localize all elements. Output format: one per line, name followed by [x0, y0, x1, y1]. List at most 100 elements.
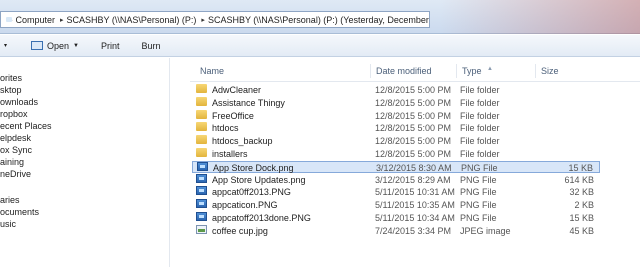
file-date-modified: 5/11/2015 10:35 AM	[375, 200, 455, 211]
file-date-modified: 3/12/2015 8:30 AM	[376, 162, 452, 173]
file-size: 614 KB	[564, 174, 594, 185]
folder-icon	[196, 84, 207, 93]
png-file-icon	[196, 212, 207, 221]
column-divider[interactable]	[456, 64, 457, 78]
chevron-down-icon: ▾	[4, 43, 8, 49]
file-row[interactable]: htdocs_backup 12/8/2015 5:00 PM File folde…	[192, 135, 600, 147]
column-divider[interactable]	[370, 64, 371, 78]
file-name: htdocs	[212, 123, 239, 134]
file-name: AdwCleaner	[212, 85, 262, 95]
file-size: 2 KB	[574, 200, 594, 211]
file-date-modified: 12/8/2015 5:00 PM	[375, 97, 452, 108]
file-row[interactable]: FreeOffice 12/8/2015 5:00 PM File folder	[192, 109, 600, 122]
burn-button[interactable]: Burn	[142, 41, 161, 51]
folder-icon	[196, 109, 207, 119]
print-label: Print	[101, 40, 120, 51]
file-name: FreeOffice	[212, 110, 254, 121]
nav-item-music[interactable]: usic	[0, 218, 16, 230]
file-type: PNG File	[460, 200, 497, 211]
file-row[interactable]: App Store Updates.png 3/12/2015 8:29 AM PN…	[192, 173, 600, 186]
png-file-icon	[197, 161, 208, 171]
file-row[interactable]: coffee cup.jpg 7/24/2015 3:34 PM JPEG imag…	[192, 224, 600, 237]
file-date-modified: 12/8/2015 5:00 PM	[375, 123, 452, 134]
column-header-name[interactable]: Name	[200, 66, 224, 76]
folder-icon	[196, 122, 207, 132]
chevron-right-icon[interactable]: ▸	[60, 16, 64, 24]
folder-icon	[196, 148, 207, 157]
open-label: Open	[47, 40, 70, 51]
file-date-modified: 5/11/2015 10:34 AM	[375, 213, 455, 223]
open-icon	[31, 41, 44, 50]
file-name: coffee cup.jpg	[212, 225, 268, 236]
column-header-size[interactable]: Size	[541, 66, 559, 76]
file-row[interactable]: App Store Dock.png 3/12/2015 8:30 AM PNG F…	[192, 160, 600, 173]
nav-item-downloads[interactable]: ownloads	[0, 96, 38, 108]
burn-label: Burn	[141, 40, 161, 51]
chevron-right-icon[interactable]: ▸	[201, 16, 205, 24]
column-divider[interactable]	[535, 64, 536, 78]
file-date-modified: 12/8/2015 5:00 PM	[375, 136, 452, 147]
breadcrumb-snapshot[interactable]: SCASHBY (\\NAS\Personal) (P:) (Yesterday…	[208, 15, 429, 25]
nav-item-training[interactable]: aining	[0, 156, 24, 168]
file-row[interactable]: htdocs 12/8/2015 5:00 PM File folder	[192, 122, 600, 134]
nav-item-dropbox[interactable]: ropbox	[0, 108, 28, 120]
window-decoration	[440, 0, 640, 34]
nav-item-onedrive[interactable]: neDrive	[0, 168, 31, 180]
nav-item-favorites[interactable]: orites	[0, 72, 22, 84]
file-name: htdocs_backup	[212, 136, 273, 147]
file-name: appcat0ff2013.PNG	[212, 187, 291, 198]
chevron-down-icon: ▼	[73, 42, 79, 49]
png-file-icon	[196, 199, 207, 209]
nav-item-libraries[interactable]: aries	[0, 194, 20, 206]
file-row[interactable]: Assistance Thingy 12/8/2015 5:00 PM File f…	[192, 96, 600, 109]
nav-item-desktop[interactable]: sktop	[0, 84, 22, 96]
file-name: appcaticon.PNG	[212, 200, 278, 211]
column-header-date[interactable]: Date modified	[376, 66, 432, 76]
breadcrumb-computer[interactable]: Computer	[16, 15, 56, 25]
file-row[interactable]: installers 12/8/2015 5:00 PM File folder	[192, 148, 600, 160]
file-type: File folder	[460, 97, 500, 108]
file-date-modified: 3/12/2015 8:29 AM	[375, 174, 451, 185]
address-area: ▸ Computer ▸ SCASHBY (\\NAS\Personal) (P…	[0, 0, 640, 34]
open-button[interactable]: Open ▼	[31, 41, 79, 51]
column-header-row: ▲ Name Date modified Type Size	[190, 58, 640, 82]
file-type: File folder	[460, 136, 500, 147]
address-bar[interactable]: ▸ Computer ▸ SCASHBY (\\NAS\Personal) (P…	[0, 11, 430, 28]
organize-button[interactable]: ▾	[0, 42, 7, 49]
file-type: PNG File	[460, 187, 497, 198]
file-size: 45 KB	[569, 225, 594, 236]
file-size: 15 KB	[568, 162, 593, 173]
file-type: PNG File	[460, 213, 497, 223]
png-file-icon	[196, 186, 207, 196]
nav-item-box-sync[interactable]: ox Sync	[0, 144, 32, 156]
file-type: File folder	[460, 123, 500, 134]
file-name: installers	[212, 149, 248, 159]
column-header-type[interactable]: Type	[462, 66, 482, 76]
file-date-modified: 7/24/2015 3:34 PM	[375, 225, 452, 236]
folder-icon	[196, 96, 207, 106]
file-type: File folder	[460, 149, 500, 159]
file-type: File folder	[460, 110, 500, 121]
nav-item-documents[interactable]: ocuments	[0, 206, 39, 218]
file-size: 15 KB	[569, 213, 594, 223]
file-row[interactable]: AdwCleaner 12/8/2015 5:00 PM File folder	[192, 84, 600, 96]
nav-item-helpdesk[interactable]: elpdesk	[0, 132, 31, 144]
file-date-modified: 5/11/2015 10:31 AM	[375, 187, 455, 198]
file-date-modified: 12/8/2015 5:00 PM	[375, 149, 452, 159]
print-button[interactable]: Print	[101, 41, 120, 51]
file-name: App Store Updates.png	[212, 174, 306, 185]
file-type: JPEG image	[460, 225, 511, 236]
command-bar: ▾ Open ▼ Print Burn	[0, 35, 640, 57]
file-row[interactable]: appcat0ff2013.PNG 5/11/2015 10:31 AM PNG F…	[192, 186, 600, 198]
file-type: File folder	[460, 85, 500, 95]
breadcrumb-drive[interactable]: SCASHBY (\\NAS\Personal) (P:)	[67, 15, 197, 25]
png-file-icon	[196, 173, 207, 183]
jpg-file-icon	[196, 224, 207, 234]
file-date-modified: 12/8/2015 5:00 PM	[375, 110, 452, 121]
file-type: PNG File	[461, 162, 498, 173]
file-row[interactable]: appcaticon.PNG 5/11/2015 10:35 AM PNG File…	[192, 199, 600, 211]
nav-item-recent-places[interactable]: ecent Places	[0, 120, 52, 132]
file-row[interactable]: appcatoff2013done.PNG 5/11/2015 10:34 AM P…	[192, 212, 600, 224]
file-name: Assistance Thingy	[212, 97, 285, 108]
sort-ascending-icon: ▲	[487, 66, 493, 72]
